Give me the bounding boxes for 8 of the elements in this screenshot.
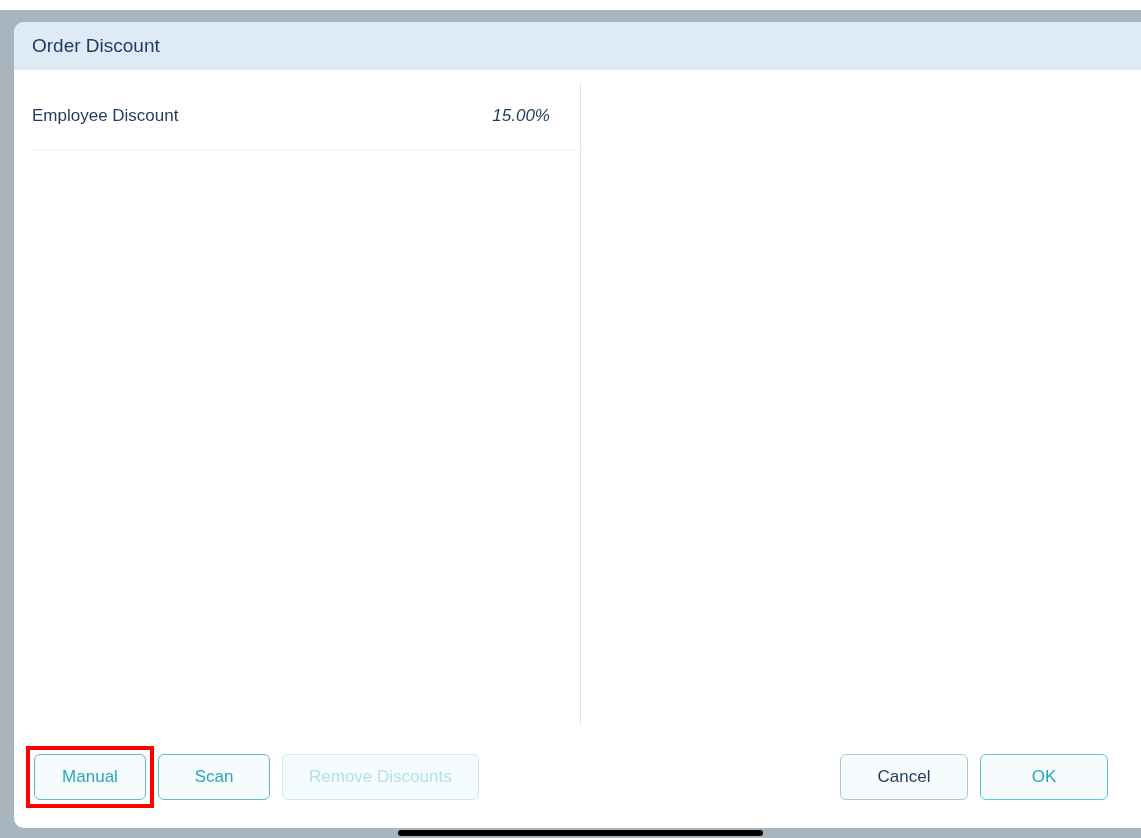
discount-row[interactable]: Employee Discount 15.00% bbox=[32, 82, 578, 150]
dialog-title: Order Discount bbox=[32, 33, 160, 58]
discount-amount: 15.00% bbox=[492, 104, 550, 127]
action-button[interactable]: Manual bbox=[34, 754, 146, 800]
discount-name: Employee Discount bbox=[32, 104, 179, 127]
action-button[interactable]: Scan bbox=[158, 754, 270, 800]
dialog-button[interactable]: OK bbox=[980, 754, 1108, 800]
dialog-button[interactable]: Cancel bbox=[840, 754, 968, 800]
